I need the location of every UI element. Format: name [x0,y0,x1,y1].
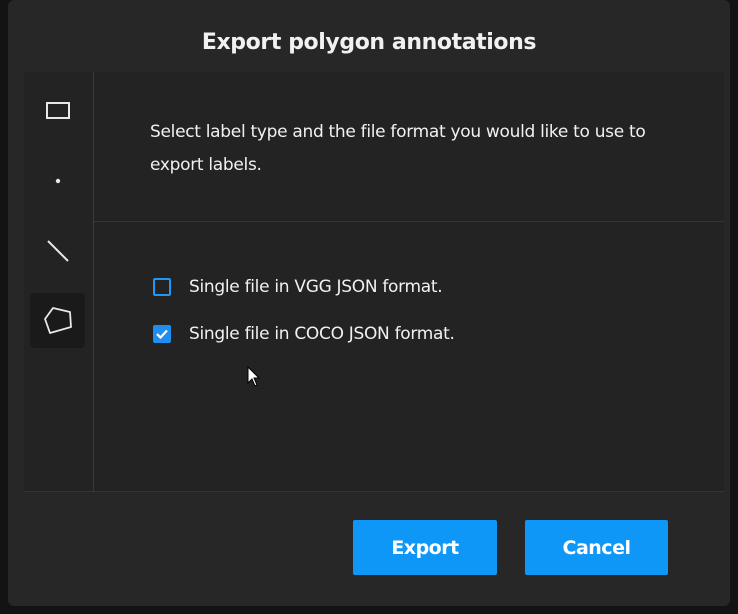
section-divider [94,221,724,222]
footer-divider [24,491,724,492]
option-label: Single file in VGG JSON format. [189,277,443,297]
polygon-icon [43,306,72,334]
cancel-button[interactable]: Cancel [525,520,668,575]
export-options-panel: Select label type and the file format yo… [94,72,724,492]
dialog-description: Select label type and the file format yo… [150,122,646,175]
label-type-sidebar [24,72,94,492]
export-dialog: Export polygon annotations Select label … [8,0,730,606]
point-icon [55,178,60,183]
line-icon [46,239,69,262]
dialog-content: Select label type and the file format yo… [24,72,724,492]
mouse-cursor-icon [247,366,261,387]
vgg-json-checkbox[interactable] [153,278,171,296]
point-tool[interactable] [30,153,85,208]
option-label: Single file in COCO JSON format. [189,324,455,344]
dialog-title: Export polygon annotations [201,30,537,55]
rectangle-icon [45,101,70,119]
export-button[interactable]: Export [353,520,497,575]
line-tool[interactable] [30,223,85,278]
polygon-tool[interactable] [30,293,85,348]
option-coco-json[interactable]: Single file in COCO JSON format. [153,324,455,344]
rectangle-tool[interactable] [30,83,85,138]
coco-json-checkbox[interactable] [153,325,171,343]
option-vgg-json[interactable]: Single file in VGG JSON format. [153,277,443,297]
checkmark-icon [156,329,168,340]
